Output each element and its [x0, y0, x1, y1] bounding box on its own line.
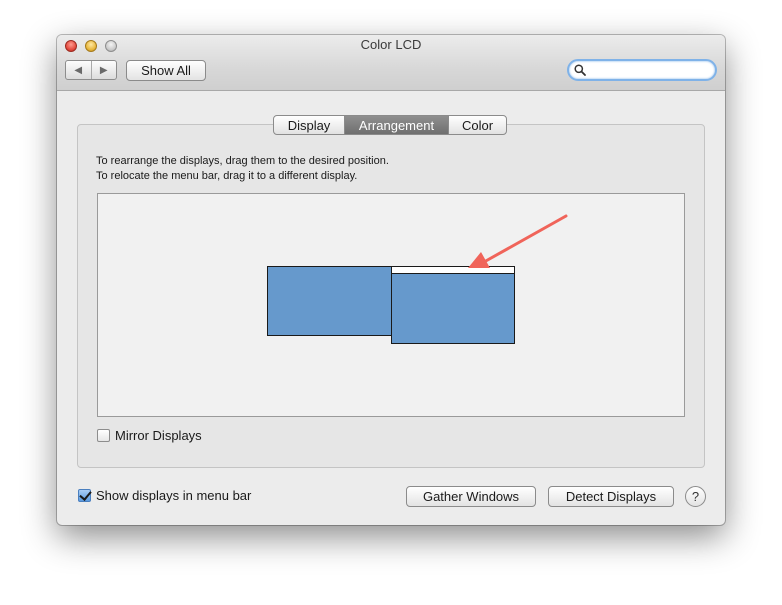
- back-arrow-icon: ◀: [74, 64, 83, 76]
- primary-display[interactable]: [391, 266, 515, 344]
- search-input[interactable]: [589, 62, 713, 80]
- tab-display[interactable]: Display: [274, 116, 344, 134]
- detect-displays-button[interactable]: Detect Displays: [548, 486, 674, 507]
- titlebar: Color LCD ◀ ▶ Show All: [57, 35, 725, 91]
- gather-windows-button[interactable]: Gather Windows: [406, 486, 536, 507]
- tab-bar: Display Arrangement Color: [273, 115, 507, 135]
- mirror-displays-option[interactable]: Mirror Displays: [97, 428, 202, 443]
- search-field[interactable]: [567, 59, 717, 81]
- arrangement-instructions: To rearrange the displays, drag them to …: [96, 154, 389, 184]
- tab-color[interactable]: Color: [448, 116, 506, 134]
- search-icon: [574, 64, 586, 76]
- forward-button[interactable]: ▶: [90, 61, 117, 79]
- mirror-displays-checkbox[interactable]: [97, 429, 110, 442]
- show-all-button[interactable]: Show All: [126, 60, 206, 81]
- secondary-display[interactable]: [267, 266, 392, 336]
- window-title: Color LCD: [360, 37, 422, 52]
- instruction-line-1: To rearrange the displays, drag them to …: [96, 155, 389, 167]
- mirror-displays-label: Mirror Displays: [115, 428, 202, 443]
- help-button[interactable]: ?: [685, 486, 706, 507]
- tab-arrangement[interactable]: Arrangement: [344, 116, 448, 134]
- show-in-menubar-checkbox[interactable]: [78, 489, 91, 502]
- show-in-menubar-option[interactable]: Show displays in menu bar: [78, 488, 251, 503]
- back-forward-control: ◀ ▶: [65, 60, 117, 80]
- instruction-line-2: To relocate the menu bar, drag it to a d…: [96, 170, 358, 182]
- preferences-window: Color LCD ◀ ▶ Show All Display Arrangeme…: [57, 35, 725, 525]
- show-in-menubar-label: Show displays in menu bar: [96, 488, 252, 503]
- help-icon: ?: [691, 489, 700, 504]
- back-button[interactable]: ◀: [66, 61, 91, 79]
- menu-bar-indicator[interactable]: [392, 267, 514, 274]
- display-arrangement-area: [97, 193, 685, 417]
- forward-arrow-icon: ▶: [99, 64, 108, 76]
